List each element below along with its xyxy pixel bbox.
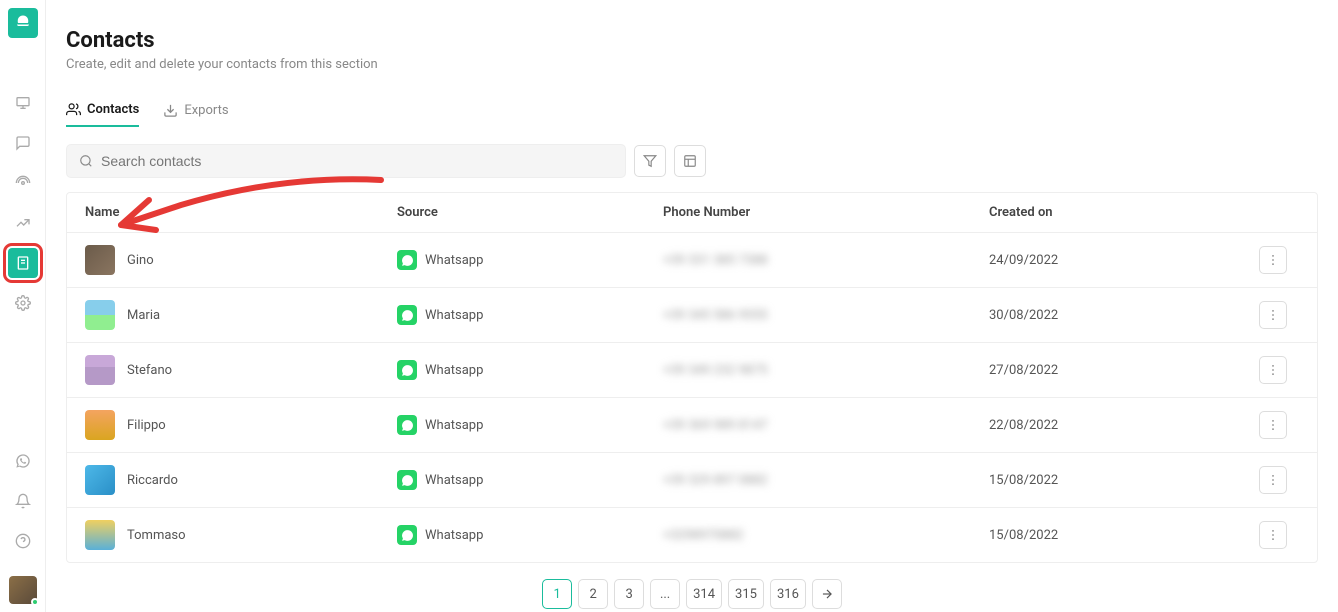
page-button[interactable]: 315 xyxy=(728,579,764,609)
page-subtitle: Create, edit and delete your contacts fr… xyxy=(66,57,1318,72)
whatsapp-icon xyxy=(397,305,417,325)
row-menu-button[interactable] xyxy=(1259,356,1287,384)
header-source[interactable]: Source xyxy=(397,205,663,220)
user-avatar[interactable] xyxy=(9,576,37,604)
columns-button[interactable] xyxy=(674,145,706,177)
tabs: Contacts Exports xyxy=(66,94,1318,128)
row-menu-button[interactable] xyxy=(1259,411,1287,439)
monitor-icon[interactable] xyxy=(8,88,38,118)
contact-name: Riccardo xyxy=(127,473,178,488)
trend-icon[interactable] xyxy=(8,208,38,238)
contact-name: Filippo xyxy=(127,418,166,433)
broadcast-icon[interactable] xyxy=(8,168,38,198)
contact-avatar xyxy=(85,465,115,495)
source-label: Whatsapp xyxy=(425,308,483,323)
page-button[interactable]: 2 xyxy=(578,579,608,609)
pagination: 123...314315316 xyxy=(66,563,1318,612)
page-button: ... xyxy=(650,579,680,609)
contact-avatar xyxy=(85,355,115,385)
tab-label: Exports xyxy=(184,103,228,118)
source-label: Whatsapp xyxy=(425,363,483,378)
created-date: 30/08/2022 xyxy=(989,308,1259,323)
search-input[interactable] xyxy=(101,153,613,169)
table-header: Name Source Phone Number Created on xyxy=(67,193,1317,233)
header-name[interactable]: Name xyxy=(85,205,397,220)
created-date: 22/08/2022 xyxy=(989,418,1259,433)
contact-avatar xyxy=(85,300,115,330)
phone-number: +39 345 586 9555 xyxy=(663,308,768,323)
filter-button[interactable] xyxy=(634,145,666,177)
header-phone[interactable]: Phone Number xyxy=(663,205,989,220)
tab-exports[interactable]: Exports xyxy=(163,94,228,127)
whatsapp-icon xyxy=(397,415,417,435)
row-menu-button[interactable] xyxy=(1259,521,1287,549)
settings-icon[interactable] xyxy=(8,288,38,318)
phone-number: +39 329 897 0882 xyxy=(663,473,768,488)
download-icon xyxy=(163,103,178,118)
whatsapp-icon xyxy=(397,250,417,270)
page-button[interactable]: 3 xyxy=(614,579,644,609)
phone-number: +39 369 989 8147 xyxy=(663,418,768,433)
table-row[interactable]: Maria Whatsapp +39 345 586 9555 30/08/2022 xyxy=(67,288,1317,343)
arrow-right-icon xyxy=(820,587,834,601)
next-page-button[interactable] xyxy=(812,579,842,609)
table-row[interactable]: Filippo Whatsapp +39 369 989 8147 22/08/202… xyxy=(67,398,1317,453)
contact-name: Tommaso xyxy=(127,528,186,543)
source-label: Whatsapp xyxy=(425,253,483,268)
page-title: Contacts xyxy=(66,28,1318,53)
search-box[interactable] xyxy=(66,144,626,178)
page-button[interactable]: 1 xyxy=(542,579,572,609)
status-dot-online xyxy=(31,598,39,606)
source-label: Whatsapp xyxy=(425,528,483,543)
whatsapp-icon[interactable] xyxy=(8,446,38,476)
source-label: Whatsapp xyxy=(425,473,483,488)
page-button[interactable]: 316 xyxy=(770,579,806,609)
header-created[interactable]: Created on xyxy=(989,205,1259,220)
bell-icon[interactable] xyxy=(8,486,38,516)
contacts-nav-icon[interactable] xyxy=(8,248,38,278)
filter-icon xyxy=(643,154,657,168)
help-icon[interactable] xyxy=(8,526,38,556)
sidebar xyxy=(0,0,46,612)
created-date: 15/08/2022 xyxy=(989,528,1259,543)
columns-icon xyxy=(683,154,697,168)
source-label: Whatsapp xyxy=(425,418,483,433)
app-logo[interactable] xyxy=(8,8,38,38)
tab-contacts[interactable]: Contacts xyxy=(66,94,139,127)
contact-name: Maria xyxy=(127,308,160,323)
chat-icon[interactable] xyxy=(8,128,38,158)
row-menu-button[interactable] xyxy=(1259,466,1287,494)
created-date: 24/09/2022 xyxy=(989,253,1259,268)
contact-name: Gino xyxy=(127,253,154,268)
phone-number: +39 331 385 7388 xyxy=(663,253,768,268)
whatsapp-icon xyxy=(397,525,417,545)
phone-number: +39 349 232 9875 xyxy=(663,363,768,378)
created-date: 27/08/2022 xyxy=(989,363,1259,378)
table-row[interactable]: Gino Whatsapp +39 331 385 7388 24/09/2022 xyxy=(67,233,1317,288)
page-button[interactable]: 314 xyxy=(686,579,722,609)
phone-number: +3298970882 xyxy=(663,528,743,543)
table-row[interactable]: Stefano Whatsapp +39 349 232 9875 27/08/202… xyxy=(67,343,1317,398)
contacts-table: Name Source Phone Number Created on Gino… xyxy=(66,192,1318,563)
table-row[interactable]: Riccardo Whatsapp +39 329 897 0882 15/08/20… xyxy=(67,453,1317,508)
contact-name: Stefano xyxy=(127,363,172,378)
created-date: 15/08/2022 xyxy=(989,473,1259,488)
row-menu-button[interactable] xyxy=(1259,246,1287,274)
row-menu-button[interactable] xyxy=(1259,301,1287,329)
search-icon xyxy=(79,154,93,168)
whatsapp-icon xyxy=(397,470,417,490)
tab-label: Contacts xyxy=(87,102,139,117)
users-icon xyxy=(66,102,81,117)
contact-avatar xyxy=(85,520,115,550)
table-row[interactable]: Tommaso Whatsapp +3298970882 15/08/2022 xyxy=(67,508,1317,562)
contact-avatar xyxy=(85,245,115,275)
whatsapp-icon xyxy=(397,360,417,380)
contact-avatar xyxy=(85,410,115,440)
